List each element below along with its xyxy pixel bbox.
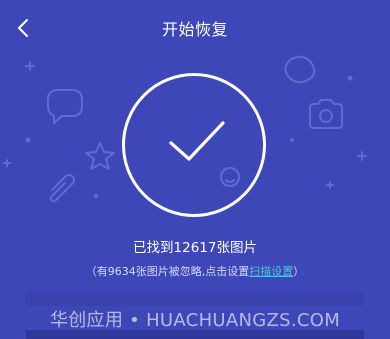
chat-bubble-icon [47,89,83,124]
action-bar-top[interactable] [26,292,364,306]
scan-settings-link[interactable]: 扫描设置 [249,265,293,278]
star-icon [85,142,115,170]
app-header: 开始恢复 [0,0,390,56]
blob-icon [284,55,316,84]
ignored-note-prefix: （有9634张图片被忽略,点击设置 [85,265,250,278]
watermark-text: 华创应用 • HUACHUANGZS.COM [49,310,341,331]
recovery-screen: 开始恢复 已找到12617张图片 （有9634张图片被忽略,点击设置扫描设置） … [0,0,390,339]
paperclip-icon [49,174,75,203]
ignored-note-suffix: ） [293,265,305,278]
ignored-note: （有9634张图片被忽略,点击设置扫描设置） [0,263,390,279]
checkmark-icon [169,121,225,161]
found-count-text: 已找到12617张图片 [133,240,257,256]
camera-icon [309,99,343,129]
page-title: 开始恢复 [161,20,228,39]
